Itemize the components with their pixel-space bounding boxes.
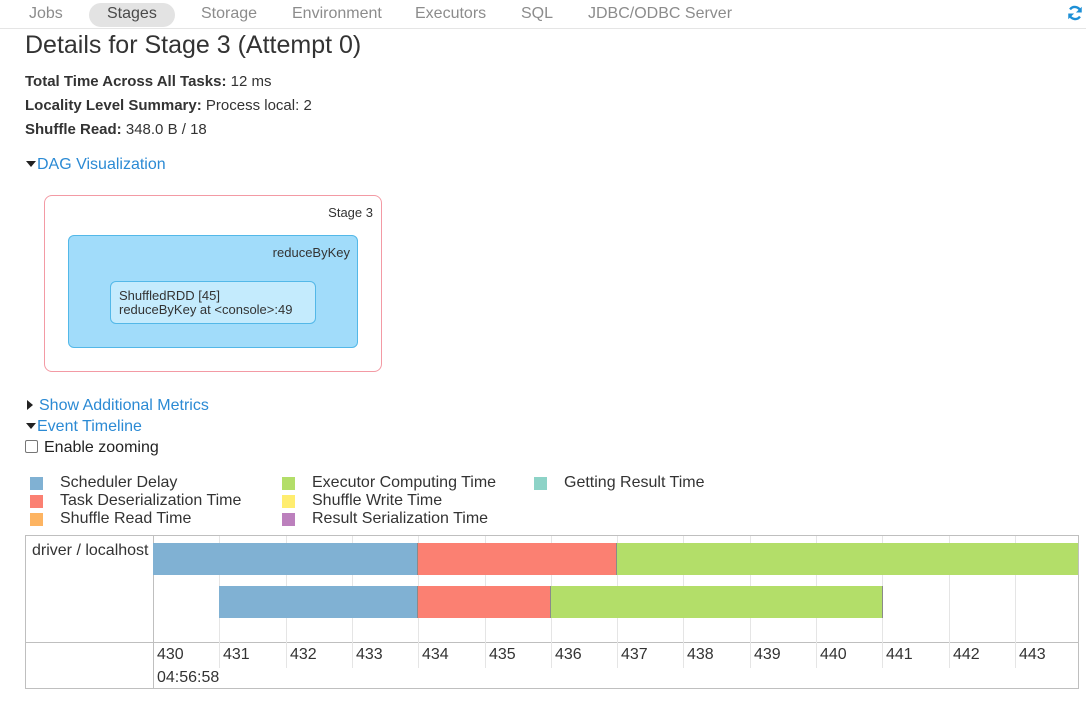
legend-swatch (282, 513, 295, 526)
total-time-label: Total Time Across All Tasks: (25, 73, 227, 90)
tab-jobs[interactable]: Jobs (11, 3, 81, 27)
dag-cluster-label: reduceByKey (272, 245, 350, 260)
legend-label: Getting Result Time (564, 474, 705, 491)
timeline-tick-label: 442 (953, 646, 980, 663)
event-timeline-toggle[interactable]: Event Timeline (26, 418, 142, 436)
task-segment-executor-computing-time (551, 586, 883, 618)
expanded-arrow-icon (26, 422, 36, 429)
tab-jdbc-odbc-server[interactable]: JDBC/ODBC Server (570, 3, 750, 27)
dag-visualization-link[interactable]: DAG Visualization (37, 156, 166, 173)
shuffle-read-value: 348.0 B / 18 (125, 121, 207, 138)
timeline-tick-label: 433 (356, 646, 383, 663)
legend-swatch (30, 495, 43, 508)
expanded-arrow-icon (26, 160, 36, 167)
tab-executors[interactable]: Executors (397, 3, 504, 27)
collapsed-arrow-icon (27, 399, 33, 410)
total-time-value: 12 ms (230, 73, 272, 90)
legend-swatch (282, 495, 295, 508)
locality-summary: Locality Level Summary: Process local: 2 (25, 97, 312, 114)
timeline-tick-label: 440 (820, 646, 847, 663)
tab-storage[interactable]: Storage (183, 3, 275, 27)
dag-rdd-node[interactable]: ShuffledRDD [45] reduceByKey at <console… (110, 281, 316, 324)
task-bar[interactable] (219, 586, 883, 618)
legend-label: Executor Computing Time (312, 474, 497, 491)
timeline-tick-label: 430 (157, 646, 184, 663)
locality-label: Locality Level Summary: (25, 97, 202, 114)
legend-label: Scheduler Delay (60, 474, 178, 491)
legend-label: Shuffle Write Time (312, 492, 443, 509)
task-segment-scheduler-delay (219, 586, 418, 618)
timeline-tick-label: 441 (886, 646, 913, 663)
dag-stage-label: Stage 3 (328, 205, 373, 220)
timeline-group-label: driver / localhost (32, 542, 149, 559)
additional-metrics-link[interactable]: Show Additional Metrics (39, 397, 209, 414)
timeline-axis-divider (26, 642, 1078, 643)
locality-value: Process local: 2 (205, 97, 312, 114)
total-time-summary: Total Time Across All Tasks: 12 ms (25, 73, 271, 90)
dag-node-callsite: reduceByKey at <console>:49 (119, 302, 293, 317)
task-segment-executor-computing-time (617, 543, 1078, 575)
timeline-tick-label: 436 (555, 646, 582, 663)
tab-stages[interactable]: Stages (89, 3, 175, 27)
dag-node-rdd-name: ShuffledRDD [45] (119, 288, 220, 303)
top-navbar: Jobs Stages Storage Environment Executor… (0, 0, 1086, 29)
legend-label: Result Serialization Time (312, 510, 489, 527)
tab-environment[interactable]: Environment (274, 3, 400, 27)
event-timeline-link[interactable]: Event Timeline (37, 418, 142, 435)
timeline-axis-time: 04:56:58 (157, 669, 220, 686)
task-segment-scheduler-delay (153, 543, 418, 575)
enable-zooming-option[interactable]: Enable zooming (25, 439, 159, 457)
legend-swatch (30, 477, 43, 490)
timeline-tick-label: 437 (621, 646, 648, 663)
tab-sql[interactable]: SQL (503, 3, 571, 27)
legend-label: Shuffle Read Time (60, 510, 192, 527)
legend-swatch (30, 513, 43, 526)
page-title: Details for Stage 3 (Attempt 0) (25, 31, 362, 59)
legend-label: Task Deserialization Time (60, 492, 242, 509)
legend-swatch (282, 477, 295, 490)
shuffle-read-summary: Shuffle Read: 348.0 B / 18 (25, 121, 207, 138)
timeline-tick-label: 438 (687, 646, 714, 663)
dag-visualization-toggle[interactable]: DAG Visualization (26, 156, 166, 174)
dag-cluster-reducebykey: reduceByKey ShuffledRDD [45] reduceByKey… (68, 235, 358, 348)
dag-stage-box: Stage 3 reduceByKey ShuffledRDD [45] red… (44, 195, 382, 372)
shuffle-read-label: Shuffle Read: (25, 121, 122, 138)
enable-zooming-label: Enable zooming (44, 439, 159, 456)
task-bar[interactable] (153, 543, 1078, 575)
timeline-tick-label: 439 (754, 646, 781, 663)
timeline-tick-label: 432 (290, 646, 317, 663)
timeline-tick-label: 434 (422, 646, 449, 663)
task-segment-task-deserialization-time (418, 586, 551, 618)
timeline-tick-label: 435 (489, 646, 516, 663)
task-segment-task-deserialization-time (418, 543, 617, 575)
legend-swatch (534, 477, 547, 490)
timeline-tick-label: 431 (223, 646, 250, 663)
event-timeline[interactable]: driver / localhost 04:56:58 430 431 432 433… (25, 535, 1079, 689)
additional-metrics-toggle[interactable]: Show Additional Metrics (27, 397, 209, 415)
refresh-icon[interactable] (1066, 4, 1084, 22)
enable-zooming-checkbox[interactable] (25, 440, 38, 453)
timeline-tick-label: 443 (1019, 646, 1046, 663)
